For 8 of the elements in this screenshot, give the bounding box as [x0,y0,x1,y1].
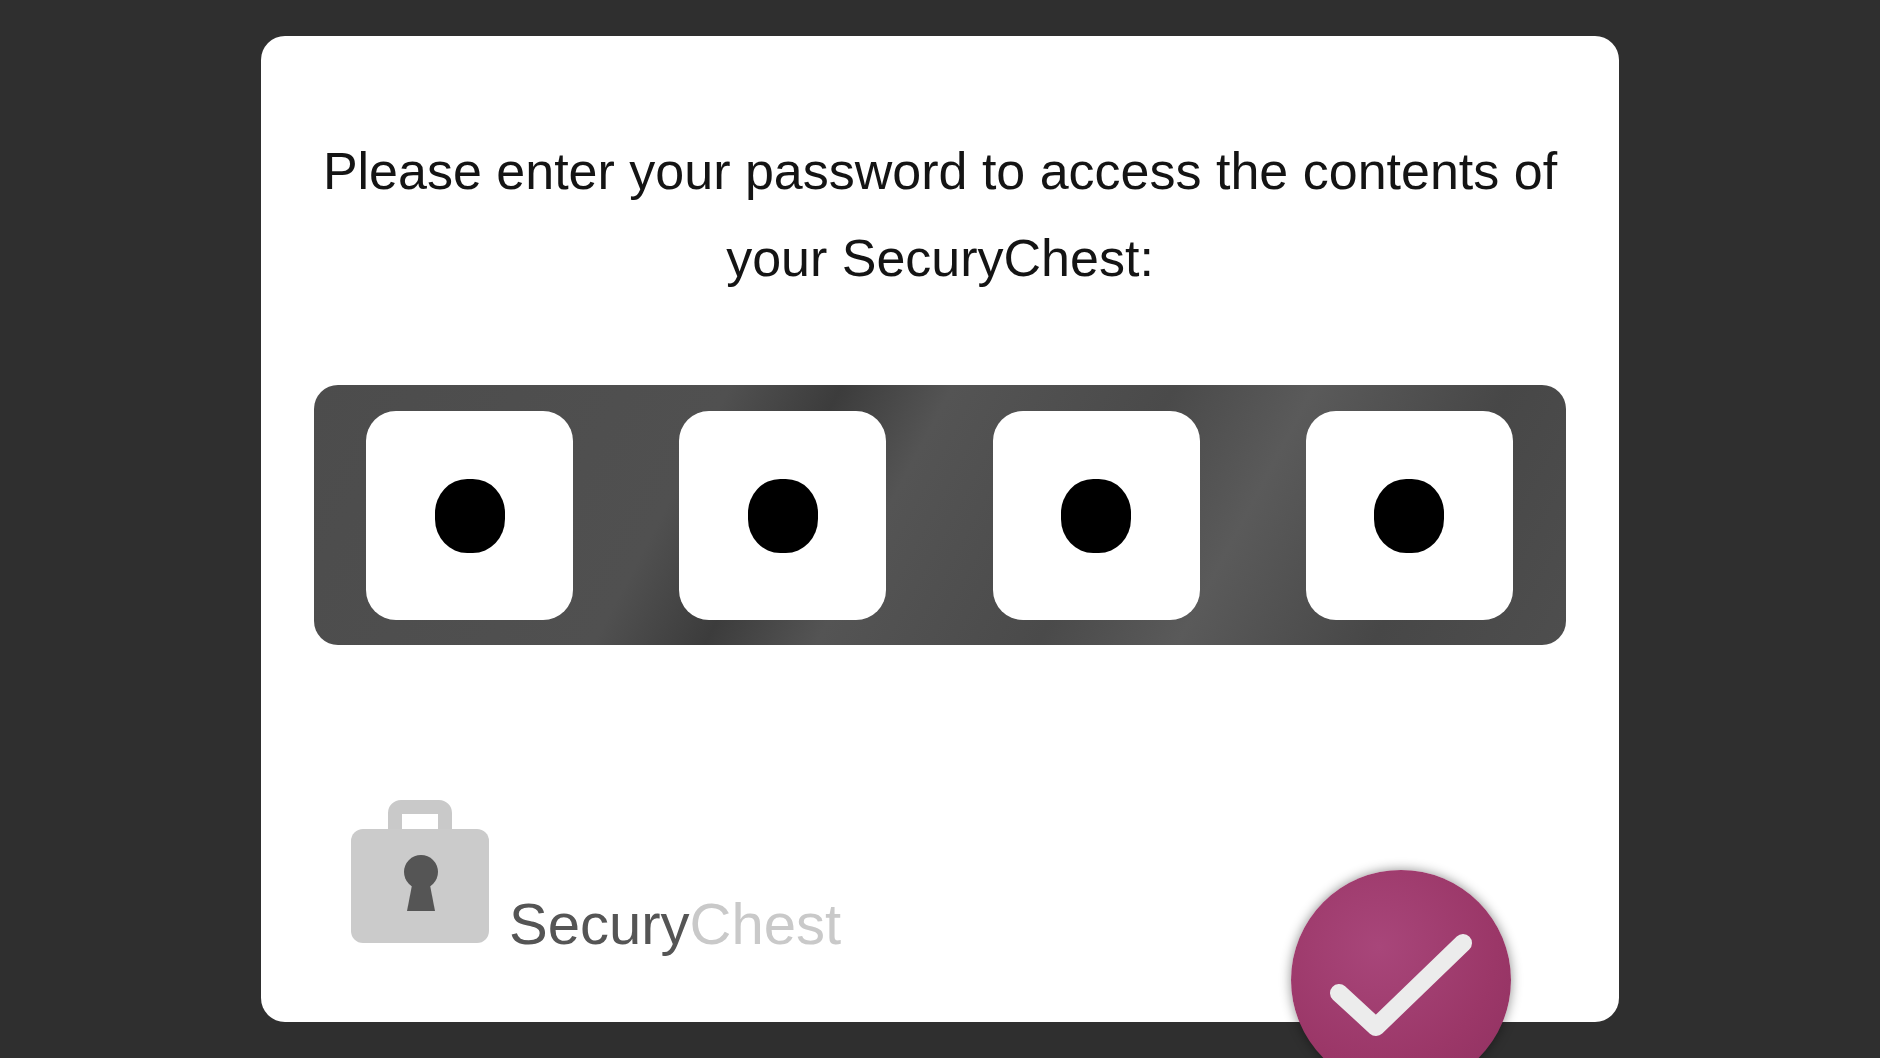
pin-digit-field[interactable] [679,411,887,620]
pin-digit-field[interactable] [1306,411,1513,620]
confirm-button[interactable] [1291,870,1511,1058]
padlock-icon [351,800,489,943]
password-prompt: Please enter your password to access the contents of your SecuryChest: [321,141,1559,289]
pin-digit-field[interactable] [366,411,573,620]
checkmark-icon [1330,934,1472,1036]
pin-digit-field[interactable] [992,411,1200,620]
